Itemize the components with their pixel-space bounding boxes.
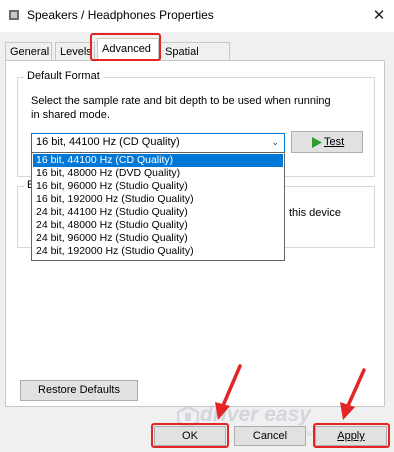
close-button[interactable]: ✕ bbox=[364, 0, 394, 32]
default-format-description: Select the sample rate and bit depth to … bbox=[31, 94, 371, 122]
description-line-1: Select the sample rate and bit depth to … bbox=[31, 95, 331, 107]
dropdown-option[interactable]: 24 bit, 96000 Hz (Studio Quality) bbox=[33, 232, 283, 245]
dropdown-option[interactable]: 24 bit, 44100 Hz (Studio Quality) bbox=[33, 206, 283, 219]
dropdown-option[interactable]: 16 bit, 96000 Hz (Studio Quality) bbox=[33, 180, 283, 193]
play-icon bbox=[312, 137, 322, 148]
advanced-tab-highlight bbox=[90, 33, 161, 61]
restore-defaults-button[interactable]: Restore Defaults bbox=[20, 380, 138, 401]
sample-rate-selected-value: 16 bit, 44100 Hz (CD Quality) bbox=[36, 136, 180, 148]
cancel-button[interactable]: Cancel bbox=[234, 426, 306, 446]
exclusive-mode-text: this device bbox=[289, 207, 341, 219]
tab-general[interactable]: General bbox=[5, 42, 52, 60]
dropdown-option[interactable]: 16 bit, 44100 Hz (CD Quality) bbox=[33, 154, 283, 167]
speaker-icon bbox=[9, 10, 19, 20]
sample-rate-select[interactable]: 16 bit, 44100 Hz (CD Quality) ⌄ bbox=[31, 133, 285, 153]
chevron-down-icon: ⌄ bbox=[271, 137, 279, 147]
dropdown-option[interactable]: 24 bit, 48000 Hz (Studio Quality) bbox=[33, 219, 283, 232]
tab-levels[interactable]: Levels bbox=[55, 42, 95, 60]
dropdown-option[interactable]: 16 bit, 48000 Hz (DVD Quality) bbox=[33, 167, 283, 180]
apply-pointer-arrow-icon bbox=[340, 368, 366, 420]
description-line-2: in shared mode. bbox=[31, 109, 110, 121]
default-format-label: Default Format bbox=[24, 70, 103, 82]
test-button[interactable]: Test bbox=[291, 131, 363, 153]
ok-button-highlight bbox=[151, 423, 229, 448]
dropdown-option[interactable]: 24 bit, 192000 Hz (Studio Quality) bbox=[33, 245, 283, 258]
window-title: Speakers / Headphones Properties bbox=[27, 8, 214, 22]
title-bar: Speakers / Headphones Properties ✕ bbox=[0, 0, 394, 32]
apply-button-highlight bbox=[313, 423, 390, 448]
ok-pointer-arrow-icon bbox=[215, 364, 242, 420]
tab-spatial-sound[interactable]: Spatial sound bbox=[160, 42, 230, 76]
dropdown-option[interactable]: 16 bit, 192000 Hz (Studio Quality) bbox=[33, 193, 283, 206]
sample-rate-dropdown-list: 16 bit, 44100 Hz (CD Quality) 16 bit, 48… bbox=[31, 152, 285, 261]
test-button-label: Test bbox=[324, 136, 345, 148]
